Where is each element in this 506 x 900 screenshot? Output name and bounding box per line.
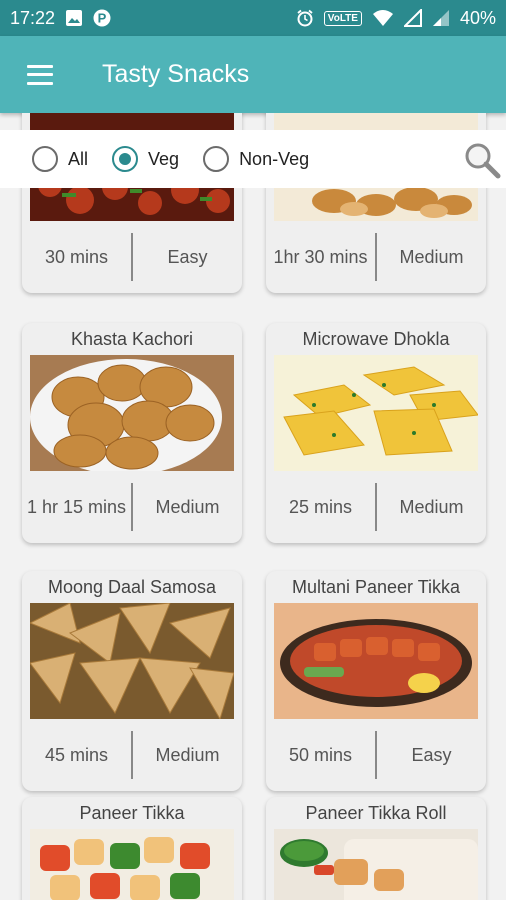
status-bar: 17:22 P VoLTE 40% xyxy=(0,0,506,36)
recipe-meta: 1 hr 15 mins Medium xyxy=(22,471,242,543)
app-bar: Tasty Snacks xyxy=(0,36,506,113)
recipe-meta: 1hr 30 mins Medium xyxy=(266,221,486,293)
filter-label: Non-Veg xyxy=(239,148,310,169)
search-icon[interactable] xyxy=(462,140,502,180)
recipe-card[interactable]: Khasta Kachori 1 hr 15 mins Medium xyxy=(22,323,242,543)
hamburger-icon xyxy=(27,64,53,85)
recipe-time: 1 hr 15 mins xyxy=(26,497,127,517)
recipe-difficulty: Medium xyxy=(155,497,220,517)
filter-bar: All Veg Non-Veg xyxy=(0,130,506,188)
gallery-icon xyxy=(66,10,83,26)
recipe-time: 50 mins xyxy=(288,745,353,765)
filter-nonveg-radio[interactable]: Non-Veg xyxy=(203,146,309,172)
recipe-meta: 25 mins Medium xyxy=(266,471,486,543)
wifi-icon xyxy=(372,10,393,26)
signal-2-icon xyxy=(432,10,449,26)
filter-all-radio[interactable]: All xyxy=(32,146,88,172)
recipe-time: 1hr 30 mins xyxy=(273,247,368,267)
recipe-grid[interactable]: 30 mins Easy 1hr 30 mins Medium Khasta K… xyxy=(0,113,506,900)
recipe-image xyxy=(274,829,478,900)
recipe-card[interactable]: Microwave Dhokla 25 mins Medium xyxy=(266,323,486,543)
svg-text:P: P xyxy=(98,11,107,26)
recipe-meta: 45 mins Medium xyxy=(22,719,242,791)
status-time: 17:22 xyxy=(10,7,56,28)
recipe-time: 45 mins xyxy=(44,745,109,765)
recipe-card[interactable]: Moong Daal Samosa 45 mins Medium xyxy=(22,571,242,791)
recipe-meta: 30 mins Easy xyxy=(22,221,242,293)
recipe-difficulty: Medium xyxy=(155,745,220,765)
recipe-image xyxy=(274,355,478,471)
recipe-name: Moong Daal Samosa xyxy=(47,577,217,597)
recipe-difficulty: Medium xyxy=(399,247,464,267)
recipe-image xyxy=(30,829,234,900)
signal-icon xyxy=(403,9,422,27)
volte-badge: VoLTE xyxy=(323,10,362,26)
filter-label: All xyxy=(68,148,89,169)
recipe-image xyxy=(30,603,234,719)
recipe-difficulty: Easy xyxy=(167,247,208,267)
recipe-difficulty: Medium xyxy=(399,497,464,517)
recipe-name: Multani Paneer Tikka xyxy=(291,577,461,597)
recipe-time: 25 mins xyxy=(288,497,353,517)
battery-level: 40% xyxy=(459,7,496,28)
recipe-difficulty: Easy xyxy=(411,745,452,765)
recipe-name: Paneer Tikka xyxy=(79,803,185,823)
parking-icon: P xyxy=(93,9,111,27)
filter-veg-radio[interactable]: Veg xyxy=(112,146,179,172)
recipe-meta: 50 mins Easy xyxy=(266,719,486,791)
recipe-image xyxy=(274,603,478,719)
menu-button[interactable] xyxy=(0,36,80,113)
recipe-name: Paneer Tikka Roll xyxy=(305,803,447,823)
app-title: Tasty Snacks xyxy=(102,60,250,88)
radio-checked-icon xyxy=(112,146,139,172)
recipe-card[interactable]: Paneer Tikka Roll xyxy=(266,797,486,900)
recipe-name: Khasta Kachori xyxy=(70,329,194,349)
radio-unchecked-icon xyxy=(32,146,58,172)
filter-label: Veg xyxy=(148,148,180,169)
recipe-card[interactable]: Paneer Tikka xyxy=(22,797,242,900)
radio-unchecked-icon xyxy=(203,146,230,172)
recipe-name: Microwave Dhokla xyxy=(302,329,450,349)
recipe-card[interactable]: Multani Paneer Tikka 50 mins Easy xyxy=(266,571,486,791)
recipe-time: 30 mins xyxy=(44,247,109,267)
recipe-image xyxy=(30,355,234,471)
alarm-icon xyxy=(297,9,313,27)
